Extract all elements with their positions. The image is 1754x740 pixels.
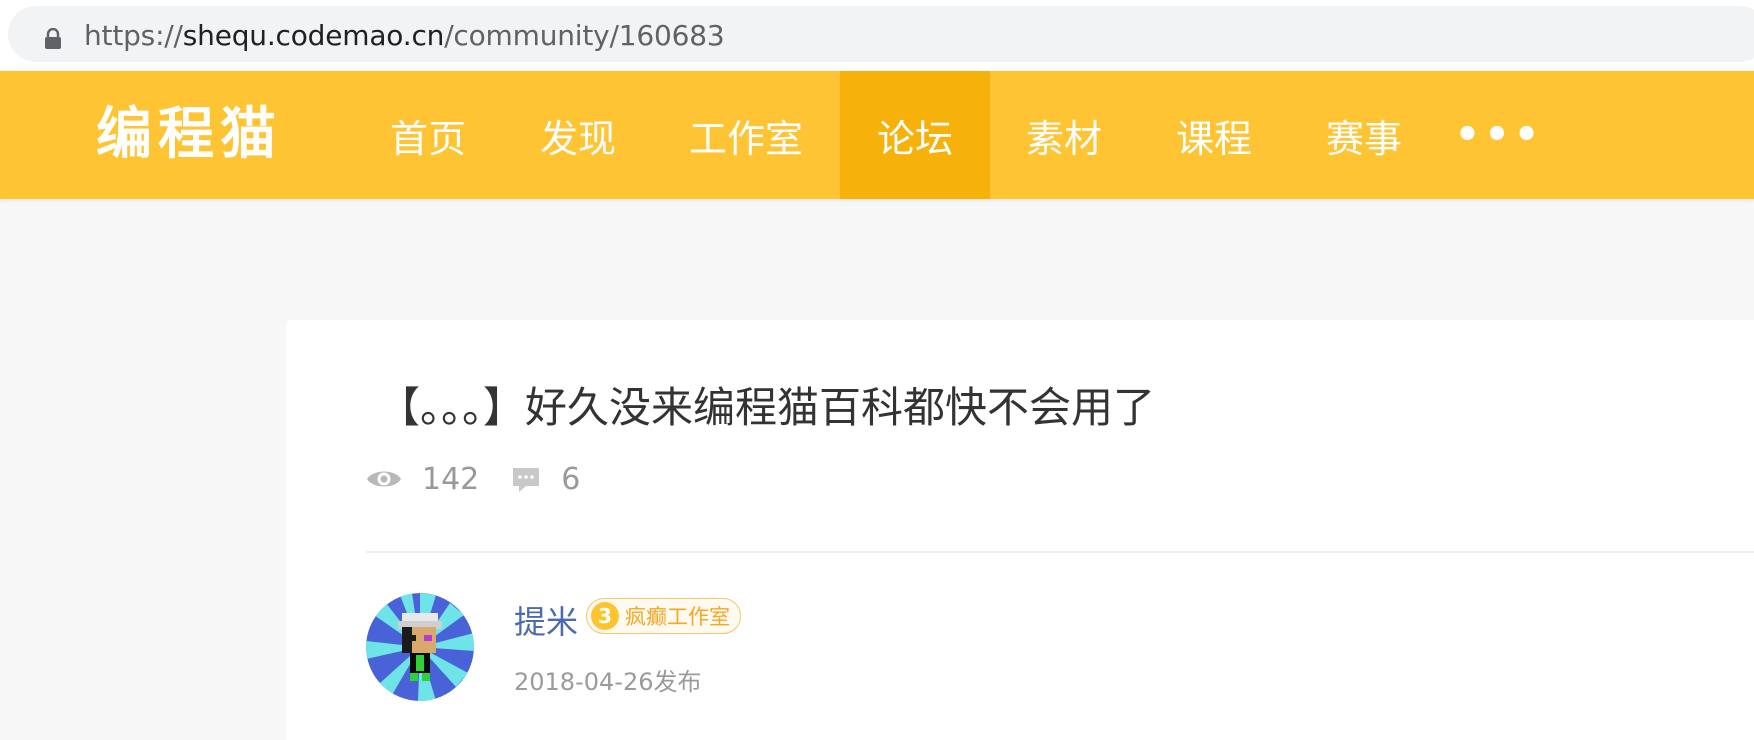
nav-item-contests[interactable]: 赛事: [1306, 71, 1422, 199]
more-icon: •••: [1454, 112, 1544, 158]
eye-icon: [367, 471, 401, 487]
nav-item-label: 课程: [1175, 116, 1252, 161]
url-scheme: https://: [84, 19, 183, 52]
comment-count: 6: [561, 461, 581, 497]
avatar-image: [366, 593, 474, 701]
lock-icon[interactable]: [44, 28, 62, 50]
avatar[interactable]: [366, 593, 474, 701]
browser-toolbar: https://shequ.codemao.cn/community/16068…: [0, 0, 1754, 70]
nav-item-more[interactable]: •••: [1454, 71, 1544, 199]
post-stats: 142 6: [366, 458, 580, 500]
post-title: 【。。。】好久没来编程猫百科都快不会用了: [378, 383, 1156, 432]
nav-item-label: 素材: [1025, 116, 1102, 161]
nav-item-label: 工作室: [688, 116, 803, 161]
url-text[interactable]: https://shequ.codemao.cn/community/16068…: [84, 19, 725, 52]
nav-item-materials[interactable]: 素材: [1006, 71, 1122, 199]
nav-item-courses[interactable]: 课程: [1156, 71, 1272, 199]
nav-item-label: 首页: [389, 116, 466, 161]
site-nav: 编程猫 首页 发现 工作室 论坛 素材 课程 赛事 •••: [0, 71, 1754, 199]
nav-item-label: 赛事: [1325, 116, 1402, 161]
divider: [366, 551, 1754, 553]
nav-item-discover[interactable]: 发现: [520, 71, 636, 199]
url-host: shequ.codemao.cn: [182, 19, 445, 52]
badge-studio-name: 疯癫工作室: [625, 605, 730, 629]
nav-item-label: 论坛: [876, 116, 953, 161]
nav-item-studio[interactable]: 工作室: [676, 71, 816, 199]
nav-item-label: 发现: [539, 116, 616, 161]
url-path: /community/160683: [444, 19, 725, 52]
post-card: 【。。。】好久没来编程猫百科都快不会用了 142 6 提米 3 疯癫工作室 20…: [286, 320, 1754, 740]
nav-item-forum[interactable]: 论坛: [840, 71, 990, 199]
address-bar[interactable]: https://shequ.codemao.cn/community/16068…: [8, 6, 1754, 62]
publish-date: 2018-04-26发布: [514, 668, 702, 696]
author-name[interactable]: 提米: [514, 597, 578, 643]
nav-item-home[interactable]: 首页: [370, 71, 486, 199]
studio-badge[interactable]: 3 疯癫工作室: [586, 598, 741, 634]
view-count: 142: [422, 461, 480, 497]
badge-level: 3: [591, 602, 619, 630]
comment-icon: [513, 468, 540, 492]
site-logo[interactable]: 编程猫: [96, 103, 282, 167]
